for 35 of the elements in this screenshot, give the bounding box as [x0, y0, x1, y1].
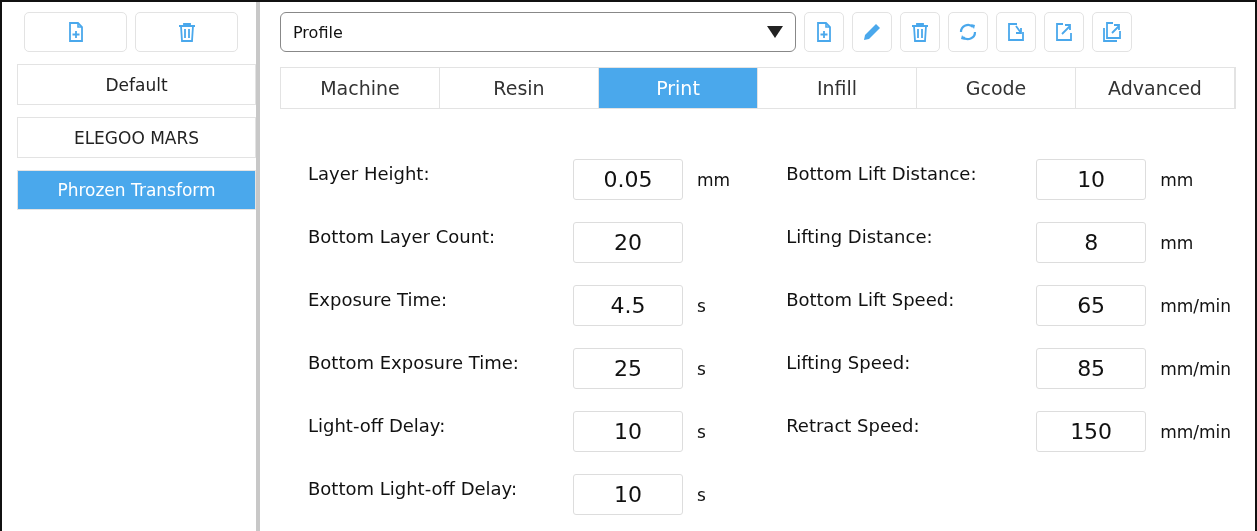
number-field[interactable]: 10 — [573, 474, 683, 515]
unit-label: mm — [1160, 232, 1194, 253]
setting-label: Retract Speed: — [786, 415, 921, 436]
setting-label: Bottom Light-off Delay: — [308, 478, 518, 499]
number-field[interactable]: 10 — [1036, 159, 1147, 200]
number-field[interactable]: 65 — [1036, 285, 1147, 326]
unit-label: mm/min — [1160, 358, 1232, 379]
setting-label: Bottom Exposure Time: — [308, 352, 520, 373]
number-field[interactable]: 150 — [1036, 411, 1147, 452]
unit-label: s — [697, 484, 706, 505]
unit-label: mm/min — [1160, 295, 1232, 316]
profile-item[interactable]: ELEGOO MARS — [17, 117, 256, 158]
unit-label: s — [697, 358, 706, 379]
setting-label: Lifting Speed: — [786, 352, 912, 373]
setting-label: Bottom Layer Count: — [308, 226, 497, 247]
number-field[interactable]: 8 — [1036, 222, 1147, 263]
number-field[interactable]: 25 — [573, 348, 683, 389]
setting-label: Bottom Lift Distance: — [786, 163, 978, 184]
profile-dropdown[interactable]: Profile — [280, 12, 796, 52]
profile-item[interactable]: Default — [17, 64, 256, 105]
number-field[interactable]: 4.5 — [573, 285, 683, 326]
unit-label: s — [697, 295, 706, 316]
setting-label: Lifting Distance: — [786, 226, 934, 247]
unit-label: s — [697, 421, 706, 442]
unit-label: mm — [697, 169, 731, 190]
setting-label: Bottom Lift Speed: — [786, 289, 956, 310]
setting-label: Layer Height: — [308, 163, 431, 184]
number-field[interactable]: 20 — [573, 222, 683, 263]
setting-label: Exposure Time: — [308, 289, 449, 310]
number-field[interactable]: 10 — [573, 411, 683, 452]
number-field[interactable]: 85 — [1036, 348, 1147, 389]
setting-label: Light-off Delay: — [308, 415, 447, 436]
unit-label: mm/min — [1160, 421, 1232, 442]
unit-label: mm — [1160, 169, 1194, 190]
number-field[interactable]: 0.05 — [573, 159, 683, 200]
